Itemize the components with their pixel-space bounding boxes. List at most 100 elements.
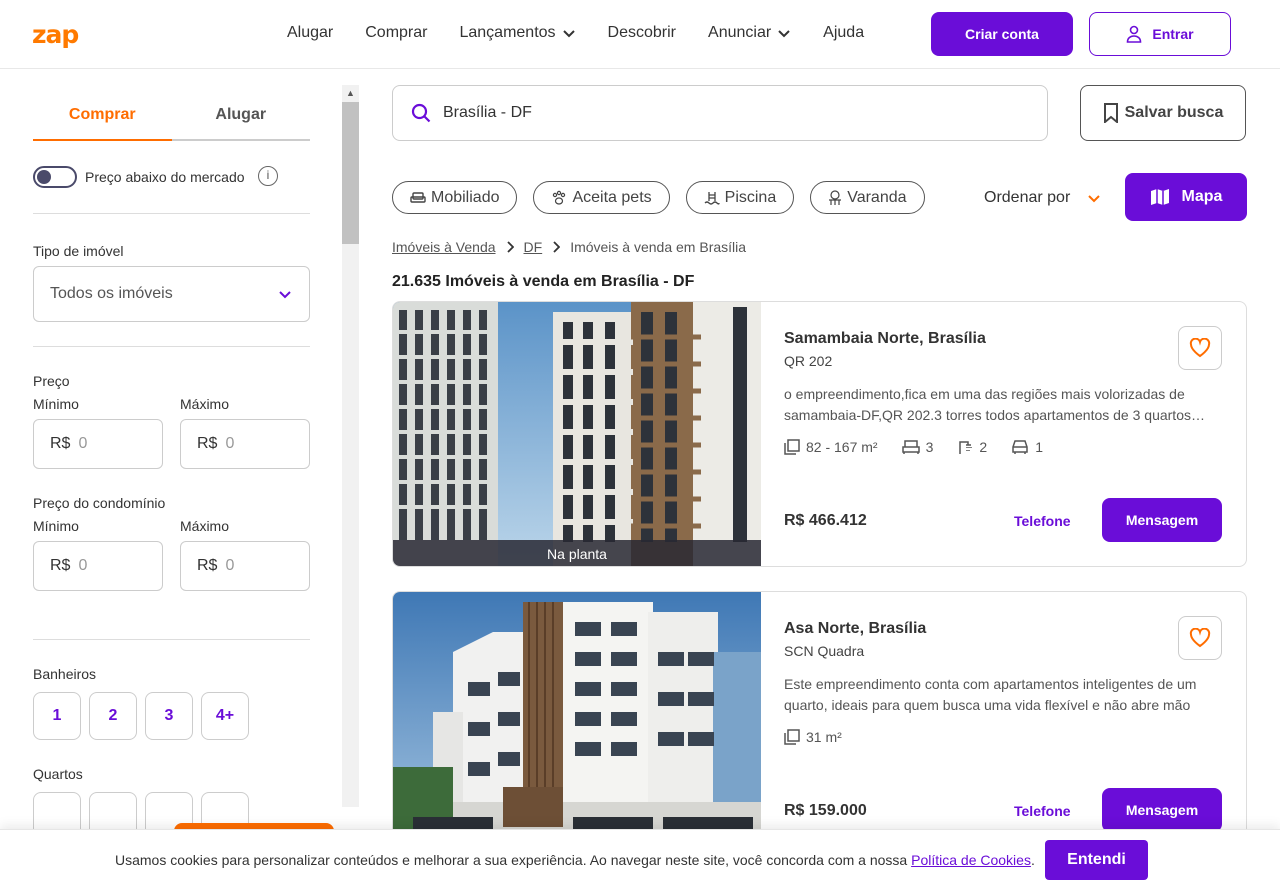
info-icon[interactable]: i	[258, 166, 278, 186]
currency-label: R$	[197, 557, 218, 574]
create-account-button[interactable]: Criar conta	[931, 12, 1073, 56]
login-button[interactable]: Entrar	[1089, 12, 1231, 56]
price-min-input[interactable]: R$ 0	[33, 419, 163, 469]
listing-photo[interactable]: Na planta	[393, 302, 761, 566]
chip-mobiliado[interactable]: Mobiliado	[392, 181, 518, 214]
property-type-select[interactable]: Todos os imóveis	[33, 266, 310, 322]
top-header: zap Alugar Comprar Lançamentos Descobrir…	[0, 0, 1280, 69]
tab-comprar[interactable]: Comprar	[33, 105, 172, 141]
cookie-text: Usamos cookies para personalizar conteúd…	[115, 852, 1035, 868]
transaction-tabs: Comprar Alugar	[33, 105, 310, 141]
map-label: Mapa	[1181, 188, 1223, 205]
user-icon	[1127, 25, 1142, 43]
nav-descobrir[interactable]: Descobrir	[608, 24, 676, 42]
sort-label: Ordenar por	[984, 189, 1071, 206]
save-search-button[interactable]: Salvar busca	[1080, 85, 1246, 141]
feature-area: 82 - 167 m²	[784, 439, 878, 455]
chip-label: Aceita pets	[572, 188, 652, 206]
property-type-label: Tipo de imóvel	[33, 243, 124, 259]
favorite-button[interactable]	[1178, 616, 1222, 660]
condo-max-value: 0	[225, 557, 235, 574]
chevron-right-icon	[553, 241, 561, 253]
price-label: Preço	[33, 373, 70, 389]
nav-alugar[interactable]: Alugar	[287, 24, 333, 42]
cookie-message: Usamos cookies para personalizar conteúd…	[115, 852, 912, 868]
nav-lancamentos[interactable]: Lançamentos	[459, 24, 575, 42]
price-max-label: Máximo	[180, 396, 230, 412]
nav-label: Anunciar	[708, 24, 772, 41]
below-market-row: Preço abaixo do mercado i	[33, 166, 278, 188]
nav-comprar[interactable]: Comprar	[365, 24, 427, 42]
listing-street: SCN Quadra	[784, 643, 865, 659]
main-nav: Alugar Comprar Lançamentos Descobrir Anu…	[287, 24, 896, 42]
listing-features: 31 m²	[784, 729, 842, 745]
bedrooms-option[interactable]	[89, 792, 137, 829]
chevron-down-icon	[1088, 195, 1100, 203]
listing-street: QR 202	[784, 353, 833, 369]
heart-icon	[1189, 338, 1211, 358]
chip-aceita-pets[interactable]: Aceita pets	[533, 181, 670, 214]
condo-max-label: Máximo	[180, 518, 230, 534]
search-value: Brasília - DF	[443, 104, 532, 121]
chip-label: Mobiliado	[431, 188, 500, 206]
listing-card[interactable]: Na planta Samambaia Norte, Brasília QR 2…	[392, 301, 1247, 567]
bathrooms-option-3[interactable]: 3	[145, 692, 193, 740]
message-button[interactable]: Mensagem	[1102, 498, 1222, 542]
feature-bathrooms: 2	[957, 439, 987, 455]
nav-label: Alugar	[287, 24, 334, 41]
bedrooms-option[interactable]	[33, 792, 81, 829]
chip-piscina[interactable]: Piscina	[685, 181, 795, 214]
area-icon	[784, 439, 800, 455]
map-button[interactable]: Mapa	[1125, 173, 1247, 221]
listing-card[interactable]: Asa Norte, Brasília SCN Quadra Este empr…	[392, 591, 1247, 857]
phone-button[interactable]: Telefone	[1014, 803, 1071, 819]
nav-ajuda[interactable]: Ajuda	[823, 24, 864, 42]
listing-title[interactable]: Asa Norte, Brasília	[784, 620, 926, 638]
results-title: 21.635 Imóveis à venda em Brasília - DF	[392, 273, 695, 290]
below-market-label: Preço abaixo do mercado	[85, 169, 245, 185]
balcony-icon	[829, 189, 842, 205]
nav-label: Ajuda	[823, 24, 865, 41]
tab-alugar[interactable]: Alugar	[172, 105, 311, 139]
chevron-down-icon	[279, 291, 291, 299]
paw-icon	[553, 190, 566, 205]
condo-price-label: Preço do condomínio	[33, 495, 166, 511]
cookie-policy-link[interactable]: Política de Cookies	[911, 852, 1031, 868]
area-value: 82 - 167 m²	[806, 439, 878, 455]
bookmark-icon	[1103, 103, 1118, 123]
favorite-button[interactable]	[1178, 326, 1222, 370]
breadcrumb-link[interactable]: Imóveis à Venda	[392, 239, 496, 255]
nav-anunciar[interactable]: Anunciar	[708, 24, 791, 42]
currency-label: R$	[197, 435, 218, 452]
scroll-up-arrow[interactable]: ▲	[342, 85, 359, 102]
condo-min-input[interactable]: R$ 0	[33, 541, 163, 591]
chip-varanda[interactable]: Varanda	[810, 181, 925, 214]
below-market-toggle[interactable]	[33, 166, 77, 188]
listing-title[interactable]: Samambaia Norte, Brasília	[784, 330, 986, 348]
nav-label: Descobrir	[607, 24, 677, 41]
breadcrumb-link[interactable]: DF	[524, 239, 543, 255]
search-input[interactable]: Brasília - DF	[392, 85, 1048, 141]
sidebar-scroll-thumb[interactable]	[342, 102, 359, 244]
bathrooms-option-2[interactable]: 2	[89, 692, 137, 740]
bathrooms-option-1[interactable]: 1	[33, 692, 81, 740]
accept-cookies-button[interactable]: Entendi	[1045, 840, 1148, 880]
property-type-value: Todos os imóveis	[50, 285, 173, 302]
price-min-label: Mínimo	[33, 396, 79, 412]
message-button[interactable]: Mensagem	[1102, 788, 1222, 832]
listing-photo[interactable]	[393, 592, 761, 856]
sofa-icon	[410, 191, 426, 203]
feature-parking: 1	[1011, 439, 1043, 455]
condo-max-input[interactable]: R$ 0	[180, 541, 310, 591]
phone-button[interactable]: Telefone	[1014, 513, 1071, 529]
chip-label: Varanda	[847, 188, 907, 206]
listing-badge: Na planta	[393, 540, 761, 566]
chevron-down-icon	[562, 30, 575, 38]
bathrooms-option-4plus[interactable]: 4+	[201, 692, 249, 740]
sort-dropdown[interactable]: Ordenar por	[984, 189, 1102, 207]
zap-logo[interactable]: zap	[32, 20, 79, 49]
pool-icon	[704, 191, 720, 205]
price-max-input[interactable]: R$ 0	[180, 419, 310, 469]
search-icon	[411, 103, 431, 123]
feature-area: 31 m²	[784, 729, 842, 745]
